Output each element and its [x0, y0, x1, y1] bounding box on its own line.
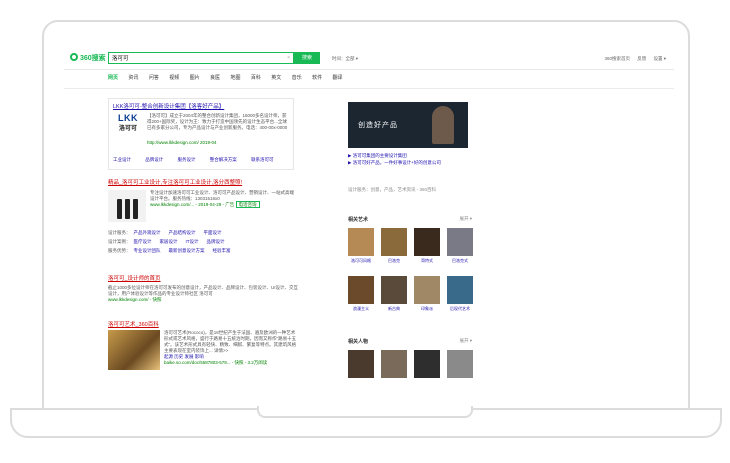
related-person[interactable]	[381, 350, 407, 378]
related-item[interactable]: 印象派	[414, 276, 440, 312]
result-url[interactable]: www.lkkdesign.com/... - 2019-04-29 - 广告 …	[150, 201, 296, 208]
expand-button[interactable]: 展开 ▾	[459, 216, 472, 222]
related-person[interactable]	[447, 350, 473, 378]
tab-translate[interactable]: 翻译	[332, 75, 342, 81]
sitelink-industrial[interactable]: 工业设计	[113, 157, 131, 162]
home-link[interactable]: 360搜索首页	[604, 56, 630, 61]
related-item[interactable]: 新古典	[381, 276, 407, 312]
list-item: 设计案例： 医疗设计 家居设计 IT设计 品牌设计	[108, 239, 225, 244]
result-title[interactable]: 精品_洛可可工业设计,专注洛可可工业设计,洛分西整照!	[108, 178, 298, 186]
tab-music[interactable]: 音乐	[292, 75, 302, 81]
related-item[interactable]: 巴洛克式	[447, 228, 473, 264]
tab-news[interactable]: 资讯	[128, 75, 138, 81]
related-item[interactable]: 哥特式	[414, 228, 440, 264]
result-title[interactable]: 洛可可_设计师的首页	[108, 274, 298, 282]
tab-divider	[64, 88, 674, 89]
sitelink-contact[interactable]: 联系洛可可	[251, 157, 274, 162]
list-item: 设计服务： 产品外观设计 产品结构设计 平面设计	[108, 230, 222, 235]
banner-links: ▶ 洛可可集团的主要设计集团 ▶ 洛可可好产品，一件好事设计+好的创意公司	[348, 153, 441, 165]
vertical-tabs: 网页 资讯 问答 视频 图片 良医 地图 百科 英文 音乐 软件 翻译	[108, 74, 351, 86]
result-card-lkk: LKK洛可可-整合创新设计集团【洛客好产品】 LKK 洛可可 【洛可可】成立于2…	[108, 98, 294, 170]
related-item[interactable]: 巴洛克	[381, 228, 407, 264]
time-filter[interactable]: 时间：全部 ▾	[332, 56, 358, 62]
search-input[interactable]	[109, 53, 279, 63]
browser-screen: 360搜索 × 搜索 时间：全部 ▾ 360搜索首页 反馈 设置 ▾ 网页 资讯…	[64, 44, 674, 392]
search-button[interactable]: 搜索	[294, 52, 320, 64]
tab-video[interactable]: 视频	[169, 75, 179, 81]
related-art-header: 相关艺术 展开 ▾	[348, 216, 472, 223]
result-title[interactable]: 洛可可艺术_360百科	[108, 320, 298, 328]
result-ad: 精品_洛可可工业设计,专注洛可可工业设计,洛分西整照! 专注设计加速洛可可工业设…	[108, 178, 298, 253]
tab-web[interactable]: 网页	[108, 75, 118, 81]
sitelink-solution[interactable]: 整合解决方案	[210, 157, 237, 162]
related-item[interactable]: 洛可可风格	[348, 228, 374, 264]
expand-button[interactable]: 展开 ▾	[459, 338, 472, 344]
header-links: 360搜索首页 反馈 设置 ▾	[598, 56, 666, 62]
related-people-header: 相关人物 展开 ▾	[348, 338, 472, 345]
portrait-image	[432, 106, 454, 144]
result-url[interactable]: baike.so.com/doc/5587803-579... - 快照 - 3…	[164, 360, 298, 366]
result-url[interactable]: http://www.lkkdesign.com/ 2019-04	[147, 140, 217, 145]
clear-icon[interactable]: ×	[287, 55, 290, 61]
ad-link-rows: 设计服务： 产品外观设计 产品结构设计 平面设计 设计案例： 医疗设计 家居设计 IT设计品…	[108, 228, 298, 255]
tab-qa[interactable]: 问答	[149, 75, 159, 81]
result-snippet: 洛可可艺术(Rococo)，是18世纪产生于法国、遍及欧洲的一种艺术形式或艺术风…	[164, 330, 298, 366]
result-title[interactable]: LKK洛可可-整合创新设计集团【洛客好产品】	[113, 102, 224, 110]
search-header: 360搜索 × 搜索 时间：全部 ▾ 360搜索首页 反馈 设置 ▾	[64, 44, 674, 70]
sitelink-brand[interactable]: 品牌设计	[145, 157, 163, 162]
lkk-logo[interactable]: LKK 洛可可	[113, 113, 143, 141]
tab-map[interactable]: 地图	[230, 75, 240, 81]
related-person[interactable]	[348, 350, 374, 378]
promo-banner[interactable]: 创造好产品	[348, 102, 468, 148]
laptop-notch	[257, 406, 473, 418]
search-box[interactable]: ×	[108, 52, 294, 64]
rococo-interior-image[interactable]	[108, 330, 160, 370]
tab-baike[interactable]: 百科	[251, 75, 261, 81]
site-logo[interactable]: 360搜索	[70, 53, 106, 63]
result-baike: 洛可可艺术_360百科 洛可可艺术(Rococo)，是18世纪产生于法国、遍及欧…	[108, 320, 298, 370]
logo-icon	[70, 53, 78, 61]
tab-english[interactable]: 英文	[271, 75, 281, 81]
sitelinks: 工业设计 品牌设计 服务设计 整合解决方案 联系洛可可	[113, 157, 287, 163]
call-button[interactable]: 电话咨询	[235, 201, 260, 208]
tab-images[interactable]: 图片	[190, 75, 200, 81]
result-designer-page: 洛可可_设计师的首页 截止1000多位设计师在洛可可发布的创意设计，产品设计、品…	[108, 274, 298, 303]
tab-software[interactable]: 软件	[312, 75, 322, 81]
list-item: 服务优势： 专业设计团队 最新创意设计方案 经验丰富	[108, 248, 231, 253]
sitelink-service[interactable]: 服务设计	[178, 157, 196, 162]
related-info: 设计服务：创意，产品，艺术资讯 - 360百科	[348, 187, 437, 192]
result-snippet: 截止1000多位设计师在洛可可发布的创意设计，产品设计、品牌设计、包装设计、UI…	[108, 285, 299, 296]
result-snippet: 【洛可可】成立于2004年的整合创新设计集团，16000多名设计师，获得200+…	[147, 113, 288, 130]
related-person[interactable]	[414, 350, 440, 378]
related-item[interactable]: 浪漫主义	[348, 276, 374, 312]
settings-link[interactable]: 设置 ▾	[653, 56, 666, 61]
feedback-link[interactable]: 反馈	[637, 56, 646, 61]
walkie-talkie-image	[108, 190, 146, 222]
tab-health[interactable]: 良医	[210, 75, 220, 81]
result-snippet: 专注设计加速洛可可工业设计、洛可可产品设计、营销设计、一站式高端设计平台。服务热…	[150, 190, 296, 208]
result-url[interactable]: www.lkkdesign.com/ - 快照	[108, 297, 298, 303]
related-item[interactable]: 后现代艺术	[447, 276, 473, 312]
